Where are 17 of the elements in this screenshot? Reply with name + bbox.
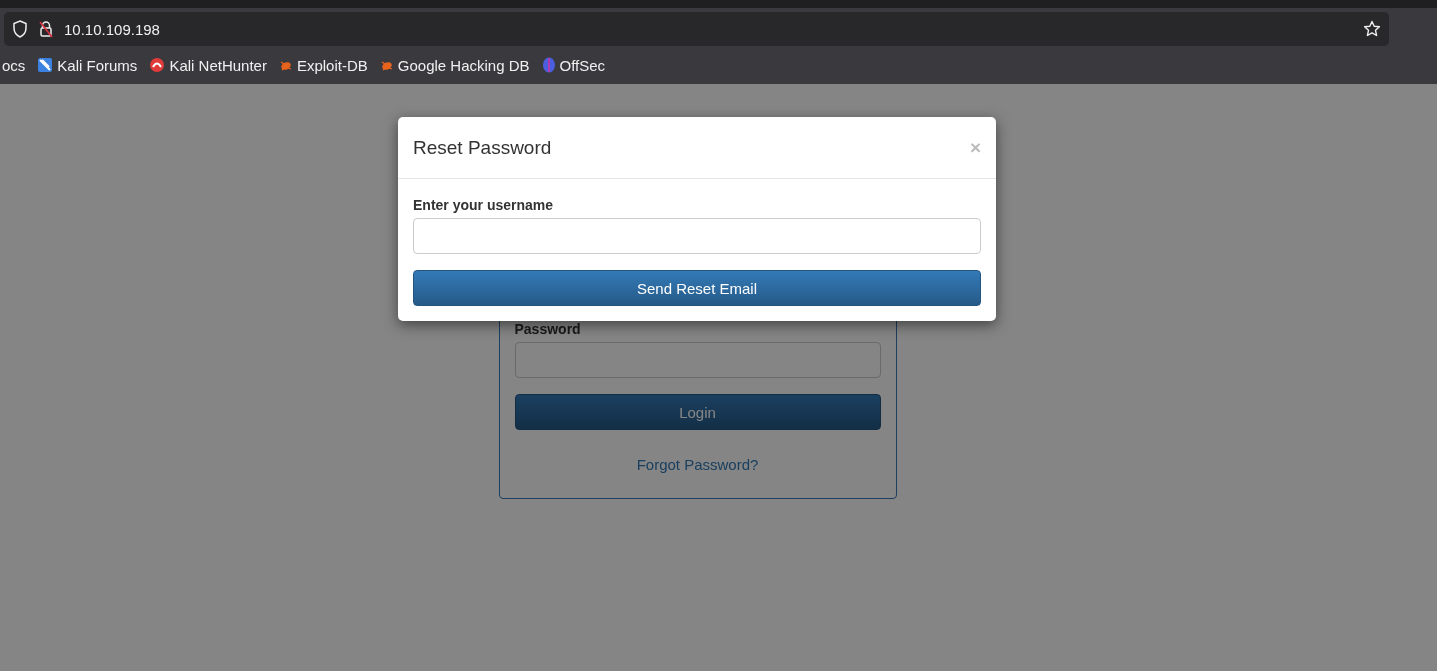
url-text[interactable]: 10.10.109.198 xyxy=(64,20,160,38)
bookmark-link[interactable]: Kali NetHunter xyxy=(149,56,267,74)
username-field[interactable] xyxy=(413,218,981,254)
bookmark-link[interactable]: Exploit-DB xyxy=(278,56,368,74)
bookmark-link[interactable]: Kali Forums xyxy=(37,56,138,74)
star-icon[interactable] xyxy=(1363,20,1381,38)
dialog-title: Reset Password xyxy=(413,136,552,159)
shield-icon[interactable] xyxy=(12,20,28,38)
field-label: Password xyxy=(514,321,582,337)
field-label: Enter your username xyxy=(413,197,555,213)
bookmark-link[interactable]: Google Hacking DB xyxy=(379,56,530,74)
send-reset-email-button[interactable]: Send Reset Email xyxy=(413,270,981,306)
bookmark-link[interactable]: ocs xyxy=(2,56,26,74)
login-button[interactable]: Login xyxy=(514,394,881,430)
password-field[interactable] xyxy=(514,342,881,378)
insecure-lock-icon[interactable] xyxy=(38,20,54,38)
bookmark-link[interactable]: OffSec xyxy=(541,56,606,74)
